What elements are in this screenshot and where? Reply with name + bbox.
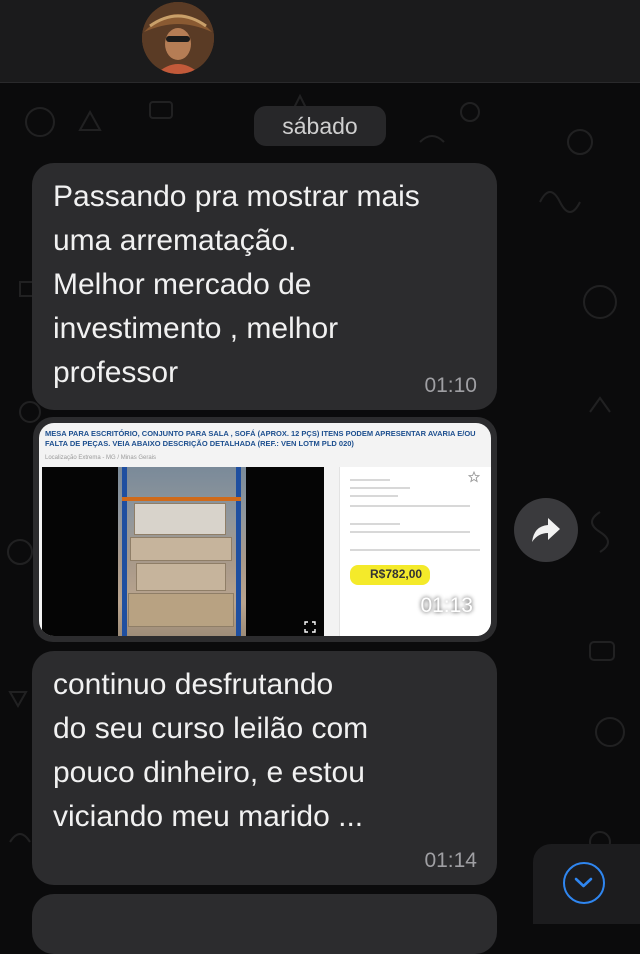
attachment-location: Localização Extrema - MG / Minas Gerais: [45, 455, 157, 461]
pallet-photo: [118, 467, 246, 636]
attachment-listing-title: MESA PARA ESCRITÓRIO, CONJUNTO PARA SALA…: [45, 429, 476, 448]
scroll-to-bottom-button[interactable]: [533, 844, 640, 924]
contact-avatar[interactable]: [142, 2, 214, 74]
avatar-image: [142, 2, 214, 74]
attachment-price: R$782,00: [370, 567, 423, 581]
message-bubble[interactable]: continuo desfrutando do seu curso leilão…: [32, 651, 497, 885]
expand-icon[interactable]: [304, 621, 316, 633]
date-separator: sábado: [254, 106, 386, 146]
chevron-down-icon: [563, 862, 605, 904]
chat-header: [0, 0, 640, 83]
message-time: 01:14: [424, 849, 477, 872]
image-attachment[interactable]: MESA PARA ESCRITÓRIO, CONJUNTO PARA SALA…: [39, 423, 491, 636]
forward-button[interactable]: [514, 498, 578, 562]
message-time: 01:10: [424, 374, 477, 397]
message-bubble-partial[interactable]: [32, 894, 497, 954]
forward-arrow-icon: [532, 518, 560, 542]
message-text: continuo desfrutando do seu curso leilão…: [53, 668, 369, 833]
image-message-bubble[interactable]: MESA PARA ESCRITÓRIO, CONJUNTO PARA SALA…: [33, 417, 497, 642]
message-bubble[interactable]: Passando pra mostrar mais uma arremataçã…: [32, 163, 497, 410]
message-text: Passando pra mostrar mais uma arremataçã…: [53, 180, 420, 389]
attachment-video-frame: [42, 467, 324, 636]
star-icon: [468, 471, 480, 483]
message-time: 01:13: [420, 594, 473, 617]
